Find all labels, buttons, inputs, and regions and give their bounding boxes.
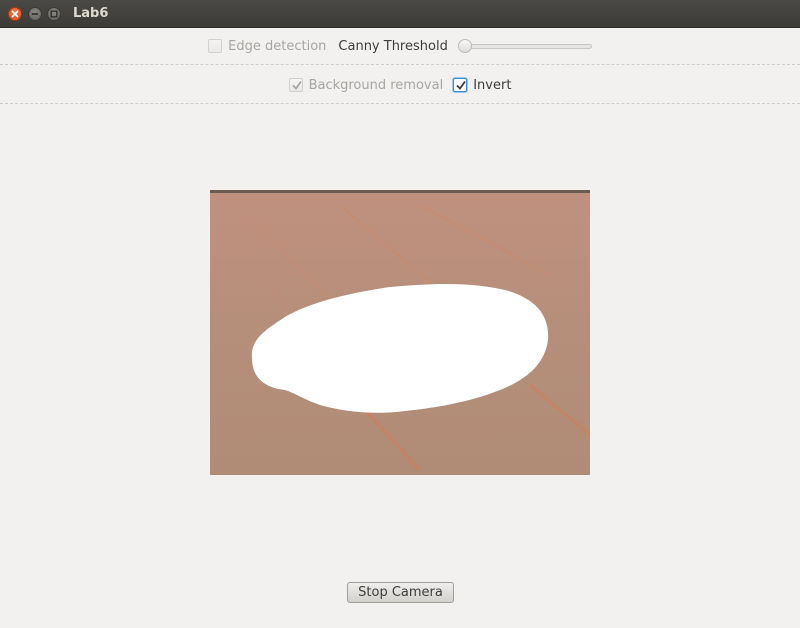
canny-threshold-slider[interactable] [457,39,592,53]
background-removal-checkbox[interactable] [288,78,303,92]
checkmark-icon [291,80,302,90]
background-removal-checkbox-item[interactable]: Background removal [288,77,444,93]
edge-detection-checkbox-item[interactable]: Edge detection [208,39,326,54]
title-bar: Lab6 [0,0,800,28]
edge-controls-row: Edge detection Canny Threshold [0,27,800,65]
checkmark-icon [456,80,466,90]
camera-feed [210,190,590,475]
minimize-window-button[interactable] [28,7,42,21]
camera-frame-image [210,190,590,475]
invert-checkbox-item[interactable]: Invert [453,78,511,93]
background-removal-label: Background removal [308,77,444,93]
canny-threshold-label: Canny Threshold [338,38,448,54]
invert-label: Invert [473,77,512,93]
window-title: Lab6 [73,6,109,21]
divider [0,64,800,65]
close-icon [11,10,19,18]
edge-detection-checkbox[interactable] [208,39,223,53]
divider [0,103,800,104]
invert-checkbox[interactable] [453,78,468,92]
slider-thumb[interactable] [457,39,472,53]
background-controls-row: Background removal Invert [0,66,800,104]
close-window-button[interactable] [8,7,22,21]
maximize-window-button[interactable] [47,7,61,21]
minimize-icon [32,13,38,15]
edge-detection-label: Edge detection [228,38,327,54]
stop-camera-button[interactable]: Stop Camera [347,582,454,603]
maximize-icon [50,10,58,18]
feed-top-edge [210,190,590,193]
slider-track[interactable] [457,44,592,49]
